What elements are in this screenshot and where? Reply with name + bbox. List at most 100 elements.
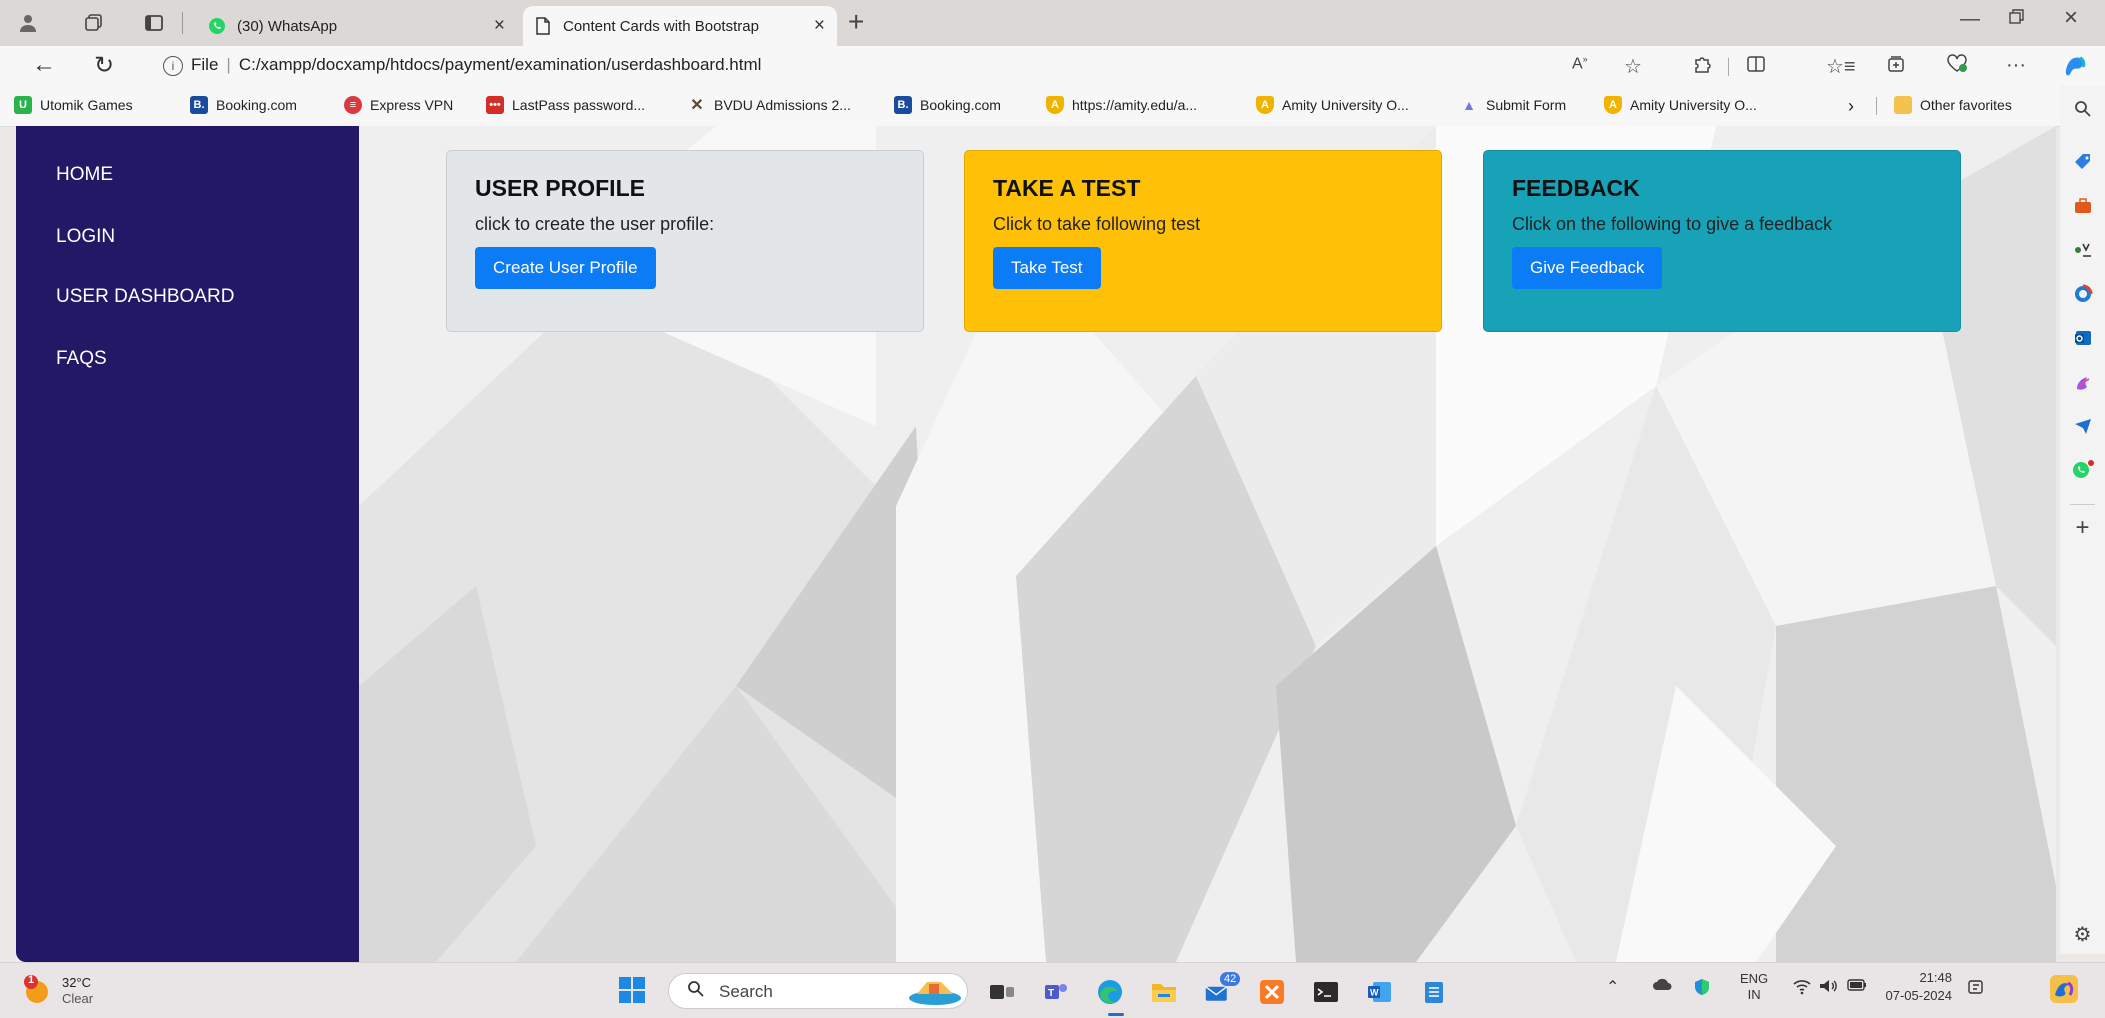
new-tab-icon[interactable]: + (848, 6, 864, 38)
xampp-icon[interactable] (1258, 978, 1286, 1006)
language-indicator[interactable]: ENG IN (1740, 971, 1768, 1003)
edge-browser-icon[interactable] (1096, 978, 1124, 1006)
show-hidden-icons-icon[interactable]: ⌃ (1606, 977, 1619, 997)
teams-icon[interactable]: T (1042, 978, 1070, 1006)
favorite-submit-form[interactable]: ▲ Submit Form (1460, 96, 1566, 114)
favorite-booking[interactable]: B. Booking.com (190, 96, 297, 114)
tab-whatsapp[interactable]: (30) WhatsApp × (197, 6, 517, 46)
extensions-icon[interactable] (1692, 54, 1712, 80)
read-aloud-icon[interactable]: A» (1572, 54, 1588, 73)
favorite-booking-2[interactable]: B. Booking.com (894, 96, 1001, 114)
favorite-amity-edu[interactable]: Ahttps://amity.edu/a... (1046, 96, 1197, 114)
battery-icon[interactable] (1846, 977, 1868, 998)
favorite-amity-university-2[interactable]: A Amity University O... (1604, 96, 1757, 114)
favorite-utomik[interactable]: U Utomik Games (14, 96, 133, 114)
nav-home[interactable]: HOME (56, 164, 113, 186)
clock-date: 07-05-2024 (1885, 988, 1953, 1003)
terminal-icon[interactable] (1312, 978, 1340, 1006)
favorites-divider (1876, 97, 1877, 115)
microsoft365-icon[interactable] (2060, 284, 2105, 304)
drop-icon[interactable] (2060, 372, 2105, 392)
booking-icon: B. (190, 96, 208, 114)
close-tab-icon[interactable]: × (814, 15, 825, 37)
task-view-icon[interactable] (988, 978, 1016, 1006)
bvdu-icon: ✕ (690, 97, 704, 114)
games-icon[interactable] (2060, 240, 2105, 260)
favorite-amity-university[interactable]: A Amity University O... (1256, 96, 1409, 114)
restore-icon[interactable] (2008, 8, 2026, 32)
word-icon[interactable]: W (1366, 978, 1394, 1006)
wifi-icon[interactable] (1792, 977, 1812, 1000)
copilot-taskbar-icon[interactable] (2048, 973, 2080, 1010)
mail-icon[interactable]: 42 (1204, 972, 1241, 1006)
whatsapp-icon[interactable] (2060, 458, 2105, 480)
copilot-icon[interactable] (2062, 52, 2088, 84)
refresh-icon[interactable]: ↻ (94, 51, 114, 80)
amity-icon: A (1604, 96, 1622, 114)
close-window-icon[interactable]: × (2064, 4, 2078, 32)
page-viewport: HOME LOGIN USER DASHBOARD FAQS USER PROF… (16, 126, 2056, 962)
page-icon (533, 16, 553, 36)
profile-icon[interactable] (14, 9, 42, 37)
chevron-right-icon[interactable]: › (1848, 96, 1854, 117)
favorite-star-icon[interactable]: ☆ (1624, 54, 1642, 79)
file-explorer-icon[interactable] (1150, 978, 1178, 1006)
tab-bar: (30) WhatsApp × Content Cards with Boots… (0, 0, 2105, 46)
split-screen-icon[interactable] (1746, 54, 1766, 80)
favorite-label: https://amity.edu/a... (1072, 97, 1198, 113)
more-options-icon[interactable]: ··· (2006, 54, 2026, 77)
add-icon[interactable]: + (2060, 514, 2105, 542)
tab-actions-icon[interactable] (140, 9, 168, 37)
workspaces-icon[interactable] (80, 9, 108, 37)
minimize-icon[interactable]: — (1960, 8, 1980, 31)
back-icon[interactable]: ← (32, 51, 56, 79)
tab-divider (182, 12, 183, 34)
close-tab-icon[interactable]: × (494, 15, 505, 37)
tab-label: (30) WhatsApp (237, 17, 338, 35)
favorite-label: Booking.com (920, 97, 1001, 113)
telegram-icon[interactable] (2060, 416, 2105, 436)
windows-start-icon[interactable] (618, 976, 646, 1004)
amity-icon: A (1046, 96, 1064, 114)
svg-text:W: W (1370, 988, 1379, 998)
notepad-icon[interactable] (1420, 978, 1448, 1006)
favorite-label: Submit Form (1486, 97, 1567, 113)
card-text: Click on the following to give a feedbac… (1512, 214, 1833, 234)
url-field[interactable]: i File | C:/xampp/docxamp/htdocs/payment/ex… (163, 55, 761, 76)
nav-login[interactable]: LOGIN (56, 226, 115, 248)
favorite-bvdu[interactable]: ✕ BVDU Admissions 2... (688, 96, 851, 114)
tab-content-cards[interactable]: Content Cards with Bootstrap × (523, 6, 837, 46)
folder-icon (1894, 96, 1912, 114)
shopping-tag-icon[interactable] (2060, 152, 2105, 172)
nav-faqs[interactable]: FAQS (56, 348, 107, 370)
booking-icon: B. (894, 96, 912, 114)
toolbar-divider (1728, 58, 1729, 76)
info-icon[interactable]: i (163, 56, 183, 76)
outlook-icon[interactable] (2060, 328, 2105, 348)
collections-icon[interactable] (1886, 54, 1906, 80)
settings-gear-icon[interactable]: ⚙ (2060, 922, 2105, 947)
favorites-list-icon[interactable]: ☆≡ (1826, 54, 1856, 79)
notifications-icon[interactable] (1966, 977, 1986, 1002)
give-feedback-button[interactable]: Give Feedback (1512, 247, 1663, 289)
language-code: ENG (1740, 971, 1769, 986)
nav-user-dashboard[interactable]: USER DASHBOARD (56, 286, 234, 308)
defender-icon[interactable] (1692, 977, 1712, 1002)
favorite-expressvpn[interactable]: ≡ Express VPN (344, 96, 453, 114)
take-test-button[interactable]: Take Test (993, 247, 1101, 289)
create-user-profile-button[interactable]: Create User Profile (475, 247, 656, 289)
favorite-lastpass[interactable]: ••• LastPass password... (486, 96, 645, 114)
tools-briefcase-icon[interactable] (2060, 196, 2105, 216)
other-favorites[interactable]: Other favorites (1894, 96, 2012, 114)
favorite-label: BVDU Admissions 2... (714, 97, 851, 113)
sidebar-divider (2070, 504, 2095, 505)
active-app-indicator (1108, 1013, 1124, 1016)
volume-icon[interactable] (1818, 977, 1838, 1000)
taskbar-search[interactable]: Search (668, 973, 968, 1009)
clock[interactable]: 21:48 07-05-2024 (1884, 969, 1953, 1005)
onedrive-icon[interactable] (1652, 977, 1674, 996)
windows-taskbar: 1 32°C Clear Search T 42 W ⌃ ENG IN 21:4… (0, 962, 2105, 1018)
search-label: Search (719, 982, 773, 1001)
browser-essentials-icon[interactable] (1946, 54, 1968, 80)
search-icon[interactable] (2060, 100, 2105, 118)
